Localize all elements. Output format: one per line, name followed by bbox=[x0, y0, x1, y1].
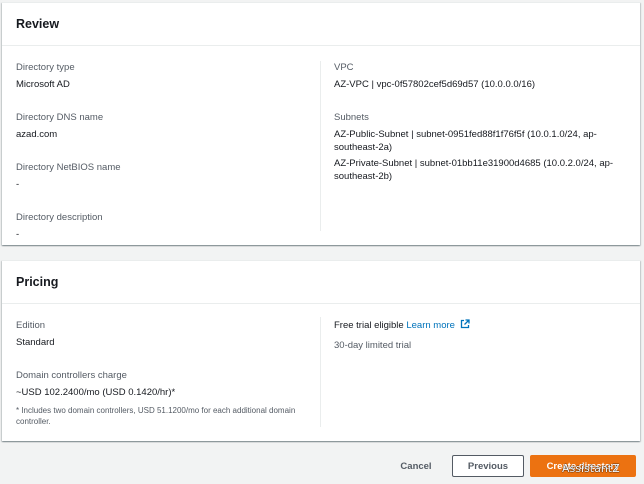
dc-charge-note: * Includes two domain controllers, USD 5… bbox=[16, 406, 296, 426]
dns-name-label: Directory DNS name bbox=[16, 112, 104, 123]
netbios-value: - bbox=[16, 179, 20, 190]
cancel-button[interactable]: Cancel bbox=[388, 455, 444, 477]
watermark-text: AssistantZ bbox=[562, 462, 620, 475]
review-divider bbox=[320, 61, 321, 231]
edition-value: Standard bbox=[16, 337, 55, 348]
netbios-group: Directory NetBIOS name - bbox=[16, 161, 306, 191]
pricing-right-column: Free trial eligible Learn more 30-day li… bbox=[334, 319, 630, 352]
pricing-divider bbox=[320, 317, 321, 427]
pricing-left-column: Edition Standard Domain controllers char… bbox=[16, 319, 306, 447]
review-right-column: VPC AZ-VPC | vpc-0f57802cef5d69d57 (10.0… bbox=[334, 61, 630, 203]
review-title: Review bbox=[2, 3, 640, 46]
dns-name-value: azad.com bbox=[16, 129, 58, 140]
directory-type-group: Directory type Microsoft AD bbox=[16, 61, 306, 91]
edition-group: Edition Standard bbox=[16, 319, 306, 349]
review-left-column: Directory type Microsoft AD Directory DN… bbox=[16, 61, 306, 261]
dc-charge-value: ~USD 102.2400/mo (USD 0.1420/hr)* bbox=[16, 387, 176, 398]
netbios-label: Directory NetBIOS name bbox=[16, 162, 121, 173]
dns-name-group: Directory DNS name azad.com bbox=[16, 111, 306, 141]
learn-more-link[interactable]: Learn more bbox=[406, 320, 455, 331]
vpc-value: AZ-VPC | vpc-0f57802cef5d69d57 (10.0.0.0… bbox=[334, 79, 536, 90]
dc-charge-group: Domain controllers charge ~USD 102.2400/… bbox=[16, 369, 306, 427]
previous-button[interactable]: Previous bbox=[452, 455, 524, 477]
subnet-item-public: AZ-Public-Subnet | subnet-0951fed88f1f76… bbox=[334, 129, 597, 153]
description-group: Directory description - bbox=[16, 211, 306, 241]
subnets-group: Subnets AZ-Public-Subnet | subnet-0951fe… bbox=[334, 111, 630, 183]
directory-type-value: Microsoft AD bbox=[16, 79, 70, 90]
directory-type-label: Directory type bbox=[16, 62, 75, 73]
subnets-label: Subnets bbox=[334, 112, 369, 123]
description-value: - bbox=[16, 229, 20, 240]
review-panel: Review Directory type Microsoft AD Direc… bbox=[2, 2, 640, 245]
vpc-group: VPC AZ-VPC | vpc-0f57802cef5d69d57 (10.0… bbox=[334, 61, 630, 91]
vpc-label: VPC bbox=[334, 62, 354, 73]
free-trial-label: Free trial eligible bbox=[334, 320, 404, 331]
external-link-icon[interactable] bbox=[460, 319, 470, 333]
description-label: Directory description bbox=[16, 212, 103, 223]
pricing-title: Pricing bbox=[2, 261, 640, 304]
free-trial-line: Free trial eligible Learn more bbox=[334, 319, 630, 333]
edition-label: Edition bbox=[16, 320, 46, 331]
subnet-item-private: AZ-Private-Subnet | subnet-01bb11e31900d… bbox=[334, 158, 614, 182]
pricing-panel: Pricing Edition Standard Domain controll… bbox=[2, 260, 640, 441]
trial-text: 30-day limited trial bbox=[334, 340, 412, 351]
dc-charge-label: Domain controllers charge bbox=[16, 370, 127, 381]
